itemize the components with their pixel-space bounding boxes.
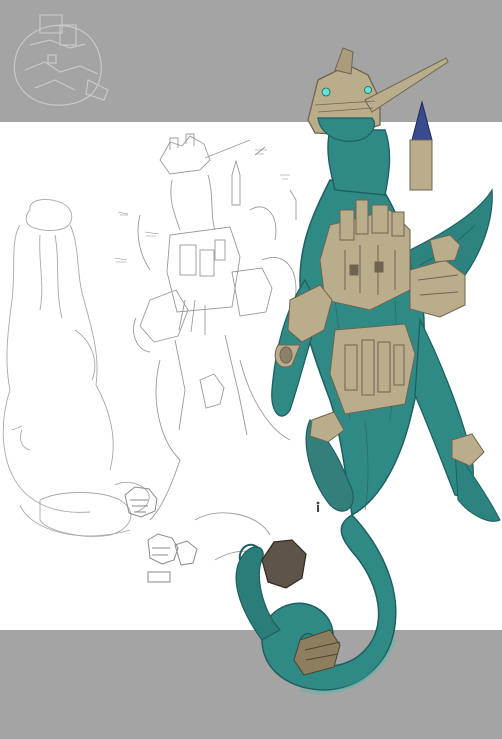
held-rock xyxy=(261,539,307,589)
artwork-svg xyxy=(2,14,501,695)
right-eye xyxy=(364,86,372,94)
horn-spike xyxy=(364,57,449,113)
helmet-crest xyxy=(334,47,354,75)
artwork-canvas xyxy=(0,0,502,739)
pencil-sketch-fist xyxy=(124,486,198,583)
snout xyxy=(317,117,375,142)
painted-creature xyxy=(235,47,501,695)
castle-spire xyxy=(411,100,433,141)
spire-tower xyxy=(409,139,433,191)
thumbnail-sketch xyxy=(13,14,109,106)
pencil-sketch-serpent xyxy=(2,199,150,537)
tiny-scale-figure xyxy=(316,501,320,512)
pencil-sketch-castle-creature xyxy=(133,133,297,571)
left-eye xyxy=(321,87,331,97)
sketch-annotation-scribbles xyxy=(11,149,290,431)
waist-armor xyxy=(329,323,416,415)
